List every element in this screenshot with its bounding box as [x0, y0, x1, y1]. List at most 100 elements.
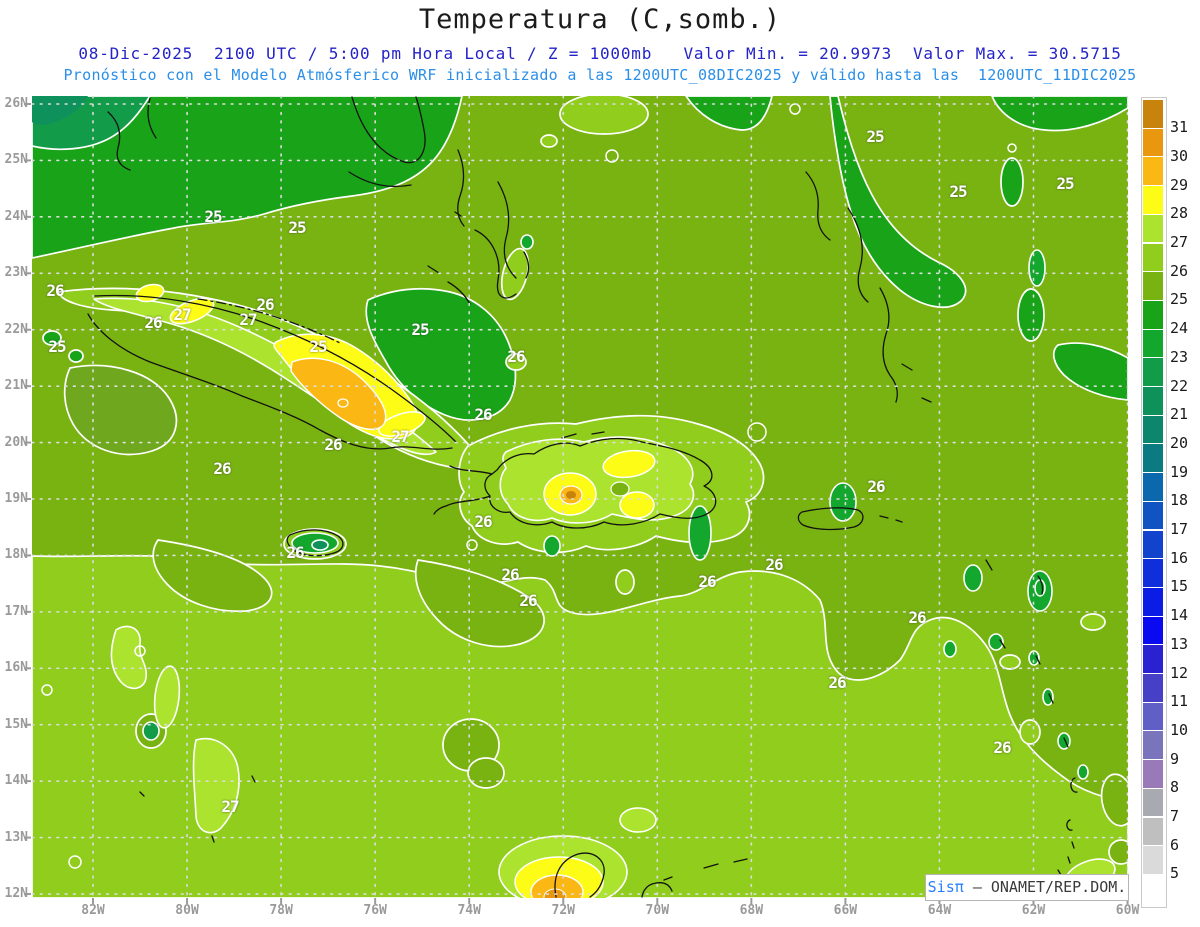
colorbar-segment [1143, 845, 1163, 874]
colorbar-segment [1143, 730, 1163, 760]
colorbar-segment [1143, 873, 1163, 903]
lat-tick-label: 25N [4, 152, 28, 168]
colorbar-tick-label: 27 [1170, 233, 1189, 251]
colorbar-tick-label: 29 [1170, 175, 1189, 194]
colorbar-segment [1143, 759, 1163, 788]
contour-label: 27 [221, 797, 239, 816]
colorbar-segment [1143, 673, 1163, 702]
colorbar-segment [1143, 701, 1163, 731]
colorbar-tick-label: 19 [1170, 462, 1189, 481]
lat-tick-label: 13N [4, 829, 28, 845]
colorbar-segment [1143, 586, 1163, 616]
contour-label: 25 [949, 182, 967, 201]
contour-label: 26 [698, 572, 716, 591]
lon-tick-label: 68W [739, 903, 764, 918]
lon-tick-label: 74W [457, 903, 481, 918]
contour-label: 26 [765, 555, 783, 574]
colorbar-tick-label: 17 [1170, 520, 1189, 538]
contour-label: 26 [286, 543, 304, 562]
lat-tick-label: 19N [4, 491, 28, 506]
lat-tick-label: 12N [4, 886, 28, 902]
contour-label: 25 [48, 337, 66, 356]
contour-label: 25 [288, 218, 306, 237]
colorbar-tick-label: 10 [1170, 720, 1189, 739]
lat-tick-label: 22N [4, 321, 28, 337]
lat-tick-label: 14N [4, 773, 28, 789]
lon-tick-label: 66W [833, 903, 858, 918]
colorbar-segment [1143, 185, 1163, 214]
colorbar-tick-label: 20 [1170, 433, 1189, 452]
colorbar-tick-label: 28 [1170, 204, 1189, 223]
colorbar-segment [1143, 816, 1163, 846]
contour-label: 26 [501, 565, 519, 584]
contour-label: 26 [507, 347, 525, 366]
colorbar-segment [1143, 357, 1163, 386]
colorbar-tick-label: 24 [1170, 319, 1189, 338]
colorbar-segment [1143, 99, 1163, 128]
lat-tick-label: 16N [4, 660, 28, 676]
colorbar-segment [1143, 414, 1163, 444]
contour-label: 25 [866, 127, 884, 146]
contour-label: 26 [324, 435, 342, 454]
colorbar-tick-label: 21 [1170, 405, 1189, 424]
colorbar-segment [1143, 500, 1163, 530]
lon-tick-label: 78W [269, 903, 293, 918]
colorbar-tick-label: 9 [1170, 749, 1180, 768]
contour-label: 25 [204, 207, 222, 226]
sispi-brand: Sisπ [927, 878, 964, 896]
attribution-box: Sisπ – ONAMET/REP.DOM. [925, 874, 1129, 901]
colorbar-tick-label: 23 [1170, 347, 1189, 366]
lon-tick-label: 80W [175, 903, 199, 918]
colorbar-segment [1143, 386, 1163, 415]
contour-label: 26 [908, 608, 926, 627]
contour-label: 26 [474, 405, 492, 424]
lat-tick-label: 18N [4, 547, 28, 563]
onamet-credit: – ONAMET/REP.DOM. [972, 878, 1127, 896]
colorbar-segment [1143, 328, 1163, 358]
colorbar-segment [1143, 787, 1163, 817]
lon-tick-label: 70W [645, 903, 670, 918]
colorbar-tick-label: 8 [1170, 778, 1180, 797]
lat-tick-label: 17N [4, 603, 28, 619]
lat-tick-label: 20N [4, 434, 28, 450]
contour-label: 26 [867, 477, 885, 496]
colorbar-tick-label: 30 [1170, 146, 1189, 165]
colorbar-tick-label: 25 [1170, 290, 1189, 309]
colorbar-tick-label: 6 [1170, 835, 1180, 854]
colorbar-segment [1143, 558, 1163, 587]
lon-tick-label: 64W [927, 903, 952, 918]
temperature-contour-map [24, 96, 1129, 904]
colorbar-tick-label: 31 [1170, 118, 1189, 137]
contour-label: 26 [828, 673, 846, 692]
colorbar-segment [1143, 615, 1163, 645]
lon-tick-label: 82W [81, 903, 105, 918]
lon-tick-label: 72W [551, 903, 575, 918]
colorbar-segment [1143, 242, 1163, 272]
contour-label: 27 [239, 310, 257, 329]
colorbar-tick-label: 18 [1170, 491, 1189, 510]
contour-label: 26 [519, 591, 537, 610]
lat-tick-label: 15N [4, 716, 28, 732]
lat-tick-label: 26N [4, 96, 28, 111]
lon-tick-label: 76W [363, 903, 387, 918]
contour-label: 27 [173, 305, 191, 324]
contour-label: 26 [993, 738, 1011, 757]
contour-label: 26 [474, 512, 492, 531]
colorbar-segment [1143, 299, 1163, 329]
colorbar-tick-label: 5 [1170, 864, 1180, 883]
colorbar-tick-label: 12 [1170, 663, 1189, 682]
colorbar-segment [1143, 271, 1163, 300]
contour-label: 27 [391, 427, 409, 446]
weather-chart-page: Temperatura (C,somb.) 08-Dic-2025 2100 U… [0, 0, 1200, 927]
colorbar-tick-label: 22 [1170, 376, 1189, 395]
lat-tick-label: 21N [4, 378, 28, 394]
colorbar-segment [1143, 127, 1163, 157]
colorbar-segment [1143, 529, 1163, 559]
colorbar-segment [1143, 443, 1163, 473]
colorbar-segment [1143, 472, 1163, 501]
contour-label: 26 [46, 281, 64, 300]
lat-tick-label: 23N [4, 265, 28, 281]
colorbar-segment [1143, 213, 1163, 243]
lat-tick-label: 24N [4, 208, 28, 224]
contour-label: 25 [411, 320, 429, 339]
